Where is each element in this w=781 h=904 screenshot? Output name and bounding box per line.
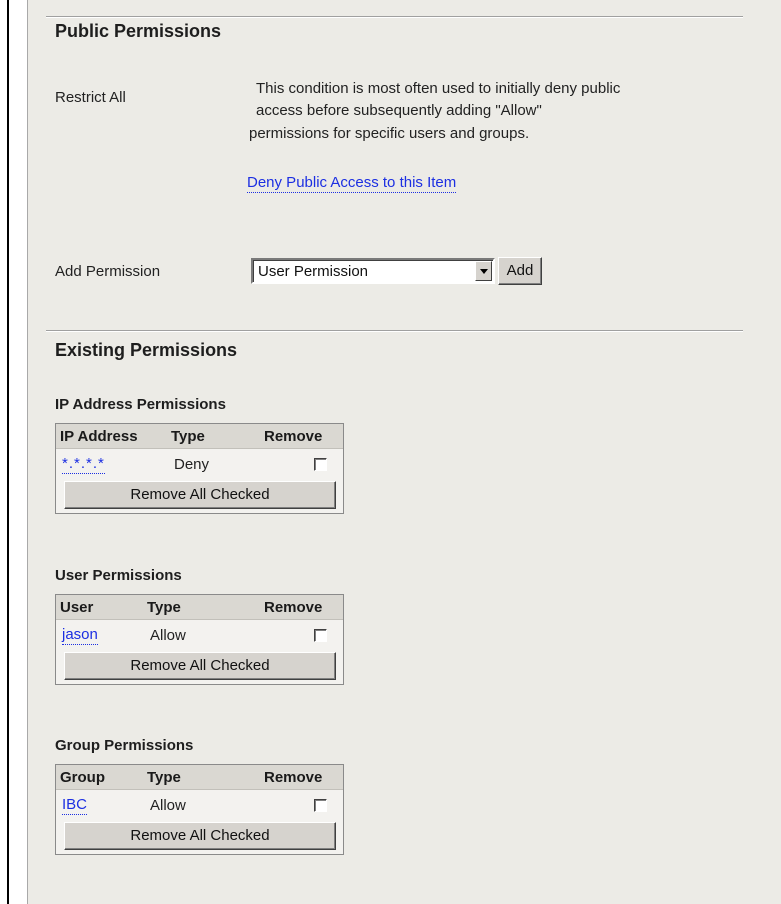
table-header: User Type Remove	[56, 595, 343, 620]
ip-permissions-table: IP Address Type Remove *.*.*.* Deny Remo…	[55, 423, 344, 514]
table-header: IP Address Type Remove	[56, 424, 343, 449]
restrict-description-line-2: access before subsequently adding "Allow…	[256, 102, 542, 119]
restrict-all-label: Restrict All	[55, 89, 126, 106]
table-header: Group Type Remove	[56, 765, 343, 790]
remove-checkbox[interactable]	[314, 629, 327, 642]
column-header: IP Address	[60, 428, 138, 445]
public-permissions-title: Public Permissions	[55, 21, 222, 41]
table-row: *.*.*.* Deny	[56, 449, 343, 479]
permission-type: Allow	[150, 797, 186, 814]
restrict-description-line-3: permissions for specific users and group…	[249, 125, 530, 142]
column-header: Type	[171, 428, 205, 445]
user-permissions-title: User Permissions	[55, 567, 182, 584]
permission-type: Allow	[150, 627, 186, 644]
column-header: Type	[147, 769, 181, 786]
section-divider	[46, 16, 743, 18]
remove-all-checked-button[interactable]: Remove All Checked	[64, 652, 336, 680]
table-footer: Remove All Checked	[56, 479, 343, 513]
permission-type: Deny	[174, 456, 210, 473]
permission-type-select-value: User Permission	[258, 263, 369, 280]
column-header: User	[60, 599, 94, 616]
add-permission-button[interactable]: Add	[498, 257, 542, 285]
group-permissions-title: Group Permissions	[55, 737, 194, 754]
column-header: Group	[60, 769, 105, 786]
table-row: jason Allow	[56, 620, 343, 650]
table-row: IBC Allow	[56, 790, 343, 820]
remove-checkbox[interactable]	[314, 799, 327, 812]
add-permission-label: Add Permission	[55, 263, 161, 280]
chevron-down-icon[interactable]	[475, 261, 492, 281]
restrict-description-line-1: This condition is most often used to ini…	[256, 80, 621, 97]
remove-all-checked-button[interactable]: Remove All Checked	[64, 822, 336, 850]
column-header: Remove	[264, 428, 323, 445]
deny-public-access-link[interactable]: Deny Public Access to this Item	[247, 174, 457, 193]
ip-address-link[interactable]: *.*.*.*	[62, 455, 105, 474]
remove-all-checked-button[interactable]: Remove All Checked	[64, 481, 336, 509]
user-permissions-table: User Type Remove jason Allow Remove All …	[55, 594, 344, 685]
remove-checkbox[interactable]	[314, 458, 327, 471]
existing-permissions-title: Existing Permissions	[55, 340, 238, 360]
group-link[interactable]: IBC	[62, 796, 88, 815]
column-header: Remove	[264, 769, 323, 786]
ip-permissions-title: IP Address Permissions	[55, 396, 226, 413]
section-divider	[46, 330, 743, 332]
column-header: Type	[147, 599, 181, 616]
permission-type-select[interactable]: User Permission	[251, 258, 495, 284]
group-permissions-table: Group Type Remove IBC Allow Remove All C…	[55, 764, 344, 855]
user-link[interactable]: jason	[62, 626, 98, 645]
table-footer: Remove All Checked	[56, 820, 343, 854]
column-header: Remove	[264, 599, 323, 616]
table-footer: Remove All Checked	[56, 650, 343, 684]
